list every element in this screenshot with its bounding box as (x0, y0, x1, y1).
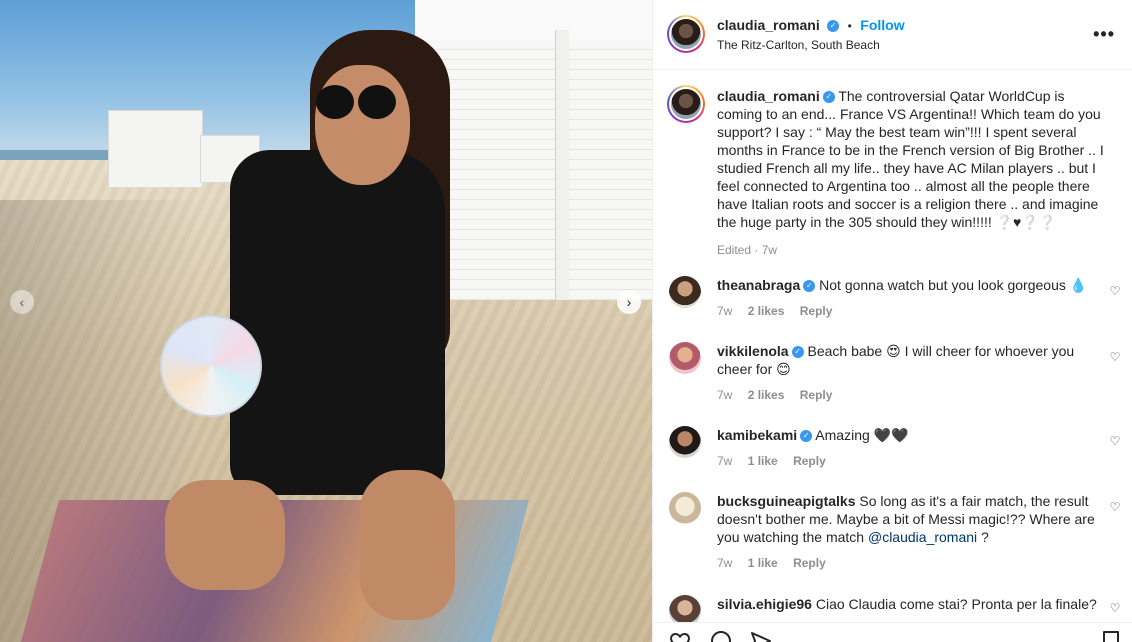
reply-button[interactable]: Reply (800, 388, 833, 402)
caption-text: The controversial Qatar WorldCup is comi… (717, 88, 1104, 230)
face (315, 65, 410, 185)
comment-item: vikkilenola ✓ Beach babe 😍 I will cheer f… (717, 342, 1097, 404)
comment-likes[interactable]: 1 like (748, 556, 778, 570)
comment-likes[interactable]: 2 likes (748, 304, 785, 318)
comment-suffix: ? (977, 529, 989, 545)
comment-icon[interactable] (709, 629, 733, 642)
separator: • (847, 19, 852, 33)
caption: claudia_romani ✓ The controversial Qatar … (717, 87, 1107, 259)
comment-item: theanabraga ✓ Not gonna watch but you loo… (717, 276, 1097, 320)
author-username[interactable]: claudia_romani (717, 17, 820, 33)
verified-badge-icon: ✓ (800, 430, 813, 443)
verified-badge-icon: ✓ (803, 280, 816, 293)
follow-button[interactable]: Follow (860, 17, 904, 33)
comment-avatar[interactable] (669, 595, 701, 622)
comment-likes[interactable]: 2 likes (748, 388, 785, 402)
heart-icon[interactable]: ♡ (1109, 351, 1121, 363)
comment-username[interactable]: kamibekami (717, 427, 797, 443)
cabana-small (108, 110, 203, 188)
mention-link[interactable]: @claudia_romani (868, 529, 977, 545)
comment-age: 7w (717, 388, 733, 402)
location-link[interactable]: The Ritz-Carlton, South Beach (717, 38, 880, 52)
comment-likes[interactable]: 1 like (748, 454, 778, 468)
chevron-right-icon: › (626, 294, 632, 310)
comment-age: 7w (717, 304, 733, 318)
heart-icon[interactable]: ♡ (1109, 602, 1121, 614)
comment-text: Ciao Claudia come stai? Pronta per la fi… (815, 596, 1097, 612)
save-bookmark-icon[interactable] (1099, 629, 1123, 642)
caption-username[interactable]: claudia_romani (717, 88, 820, 104)
post-media[interactable]: ‹ › (0, 0, 652, 642)
more-options-icon[interactable]: ••• (1093, 24, 1115, 45)
comment-item: kamibekami ✓ Amazing 🖤🖤 7w 1 like Reply (717, 426, 1097, 470)
next-image-button[interactable]: › (617, 290, 641, 314)
prev-image-button[interactable]: ‹ (10, 290, 34, 314)
heart-icon[interactable]: ♡ (1109, 285, 1121, 297)
black-dress (230, 150, 445, 495)
chevron-left-icon: ‹ (19, 294, 25, 310)
like-heart-icon[interactable] (669, 629, 693, 642)
comment-avatar[interactable] (669, 492, 701, 524)
heart-icon[interactable]: ♡ (1109, 501, 1121, 513)
leg-left (165, 480, 285, 590)
soccer-ball (160, 315, 262, 417)
leg-right (360, 470, 455, 620)
verified-badge-icon: ✓ (791, 346, 804, 359)
action-bar (653, 622, 1132, 642)
comment-avatar[interactable] (669, 276, 701, 308)
comment-item: bucksguineapigtalks So long as it's a fa… (717, 492, 1097, 572)
cabana-large (415, 0, 652, 300)
share-icon[interactable] (749, 629, 773, 642)
comment-username[interactable]: silvia.ehigie96 (717, 596, 812, 612)
comment-username[interactable]: bucksguineapigtalks (717, 493, 855, 509)
reply-button[interactable]: Reply (793, 454, 826, 468)
caption-meta: Edited · 7w (717, 243, 778, 257)
post-side-panel: claudia_romani ✓ • Follow The Ritz-Carlt… (652, 0, 1132, 642)
comment-age: 7w (717, 454, 733, 468)
comments-section[interactable]: claudia_romani ✓ The controversial Qatar … (653, 71, 1132, 622)
comment-age: 7w (717, 556, 733, 570)
reply-button[interactable]: Reply (800, 304, 833, 318)
reply-button[interactable]: Reply (793, 556, 826, 570)
comment-username[interactable]: vikkilenola (717, 343, 789, 359)
sunglasses (316, 85, 398, 121)
comment-username[interactable]: theanabraga (717, 277, 800, 293)
heart-icon[interactable]: ♡ (1109, 435, 1121, 447)
avatar[interactable] (667, 15, 705, 53)
comment-item: silvia.ehigie96 Ciao Claudia come stai? … (717, 595, 1097, 613)
comment-text: Amazing 🖤🖤 (815, 427, 909, 443)
verified-badge-icon: ✓ (827, 19, 840, 32)
verified-badge-icon: ✓ (822, 91, 835, 104)
caption-avatar[interactable] (667, 85, 705, 123)
comment-text: Not gonna watch but you look gorgeous 💧 (819, 277, 1088, 293)
comment-avatar[interactable] (669, 426, 701, 458)
post-header: claudia_romani ✓ • Follow The Ritz-Carlt… (653, 0, 1132, 70)
comment-avatar[interactable] (669, 342, 701, 374)
